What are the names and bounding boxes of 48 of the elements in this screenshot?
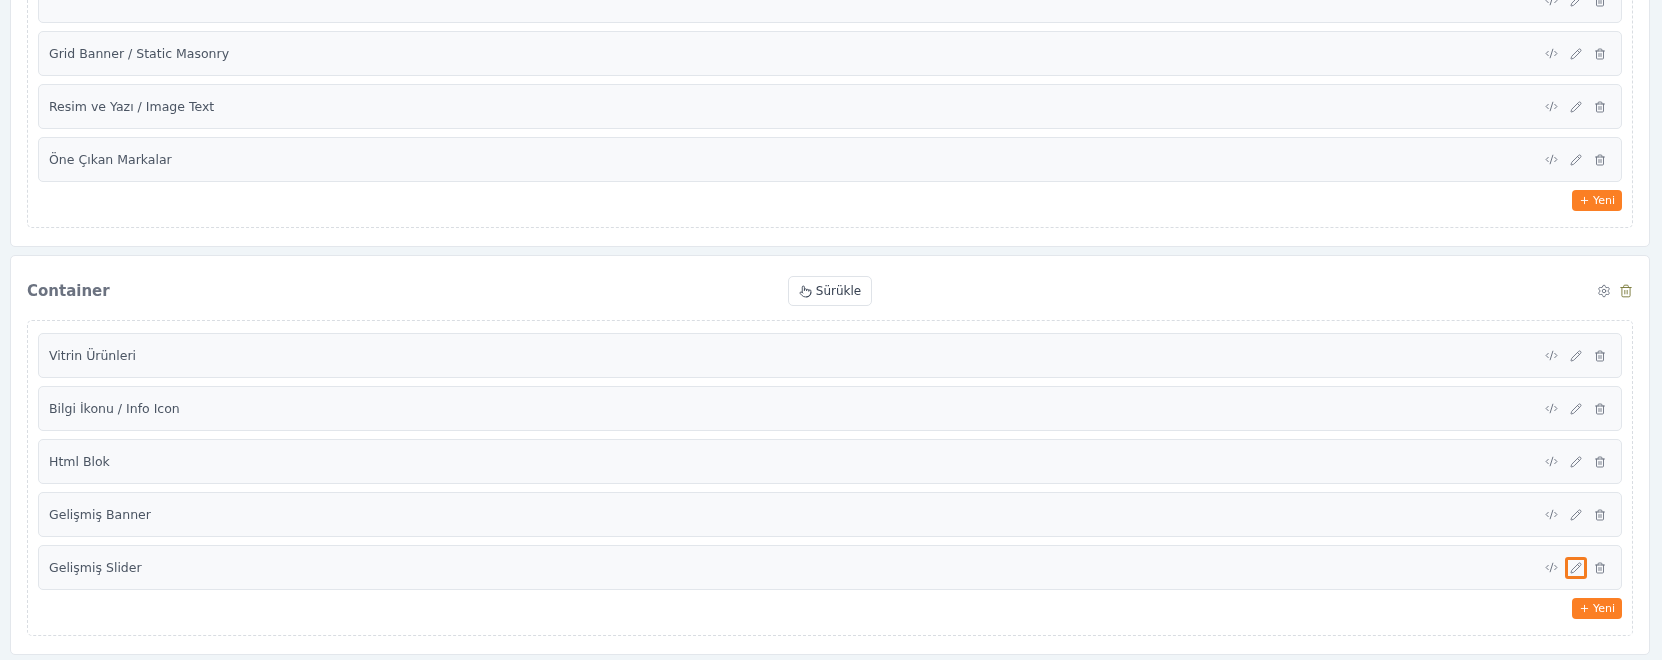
settings-icon[interactable] [1597, 284, 1611, 298]
block-name: Grid Banner / Static Masonry [49, 46, 230, 61]
trash-icon [1594, 508, 1606, 521]
code-icon [1545, 100, 1558, 113]
pencil-icon [1570, 349, 1582, 362]
block-row[interactable]: Html Blok [38, 439, 1622, 484]
block-name: Gelişmiş Banner [49, 507, 151, 522]
trash-icon [1594, 100, 1606, 113]
block-row[interactable]: Grid Banner / Static Masonry [38, 31, 1622, 76]
trash-icon [1594, 153, 1606, 166]
block-name: Öne Çıkan Markalar [49, 152, 172, 167]
pencil-icon [1570, 402, 1582, 415]
trash-icon [1594, 349, 1606, 362]
block-row[interactable]: Vitrin Ürünleri [38, 333, 1622, 378]
block-row[interactable]: Bilgi İkonu / Info Icon [38, 386, 1622, 431]
pencil-icon [1570, 100, 1582, 113]
block-name: Bilgi İkonu / Info Icon [49, 401, 180, 416]
trash-icon [1594, 455, 1606, 468]
block-name: Html Blok [49, 454, 110, 469]
block-name: Vitrin Ürünleri [49, 348, 137, 363]
code-icon [1545, 508, 1558, 521]
block-name: Resim ve Yazı / Image Text [49, 99, 215, 114]
plus-icon [1578, 603, 1590, 614]
code-icon [1545, 561, 1558, 574]
pencil-icon [1570, 508, 1582, 521]
block-row[interactable]: Resim ve Yazı / Image Text [38, 84, 1622, 129]
edit-button[interactable] [1565, 556, 1587, 579]
drag-button[interactable]: Sürükle [787, 276, 873, 306]
block-row[interactable]: Gelişmiş Slider [38, 545, 1622, 590]
section-title: Container [27, 282, 110, 300]
code-icon [1545, 455, 1558, 468]
hand-pointer-icon [798, 284, 812, 298]
trash-icon[interactable] [1619, 284, 1633, 298]
code-icon [1545, 153, 1558, 166]
code-icon [1545, 349, 1558, 362]
pencil-icon [1570, 455, 1582, 468]
pencil-icon [1570, 47, 1582, 60]
code-icon [1545, 47, 1558, 60]
trash-icon [1594, 47, 1606, 60]
block-row[interactable]: Gelişmiş Banner [38, 492, 1622, 537]
block-row[interactable]: Öne Çıkan Markalar [38, 137, 1622, 182]
plus-icon [1578, 195, 1590, 206]
trash-icon [1594, 402, 1606, 415]
pencil-icon [1570, 153, 1582, 166]
trash-icon [1594, 561, 1606, 574]
code-icon [1545, 402, 1558, 415]
block-name: Gelişmiş Slider [49, 560, 142, 575]
pencil-icon [1570, 561, 1582, 574]
